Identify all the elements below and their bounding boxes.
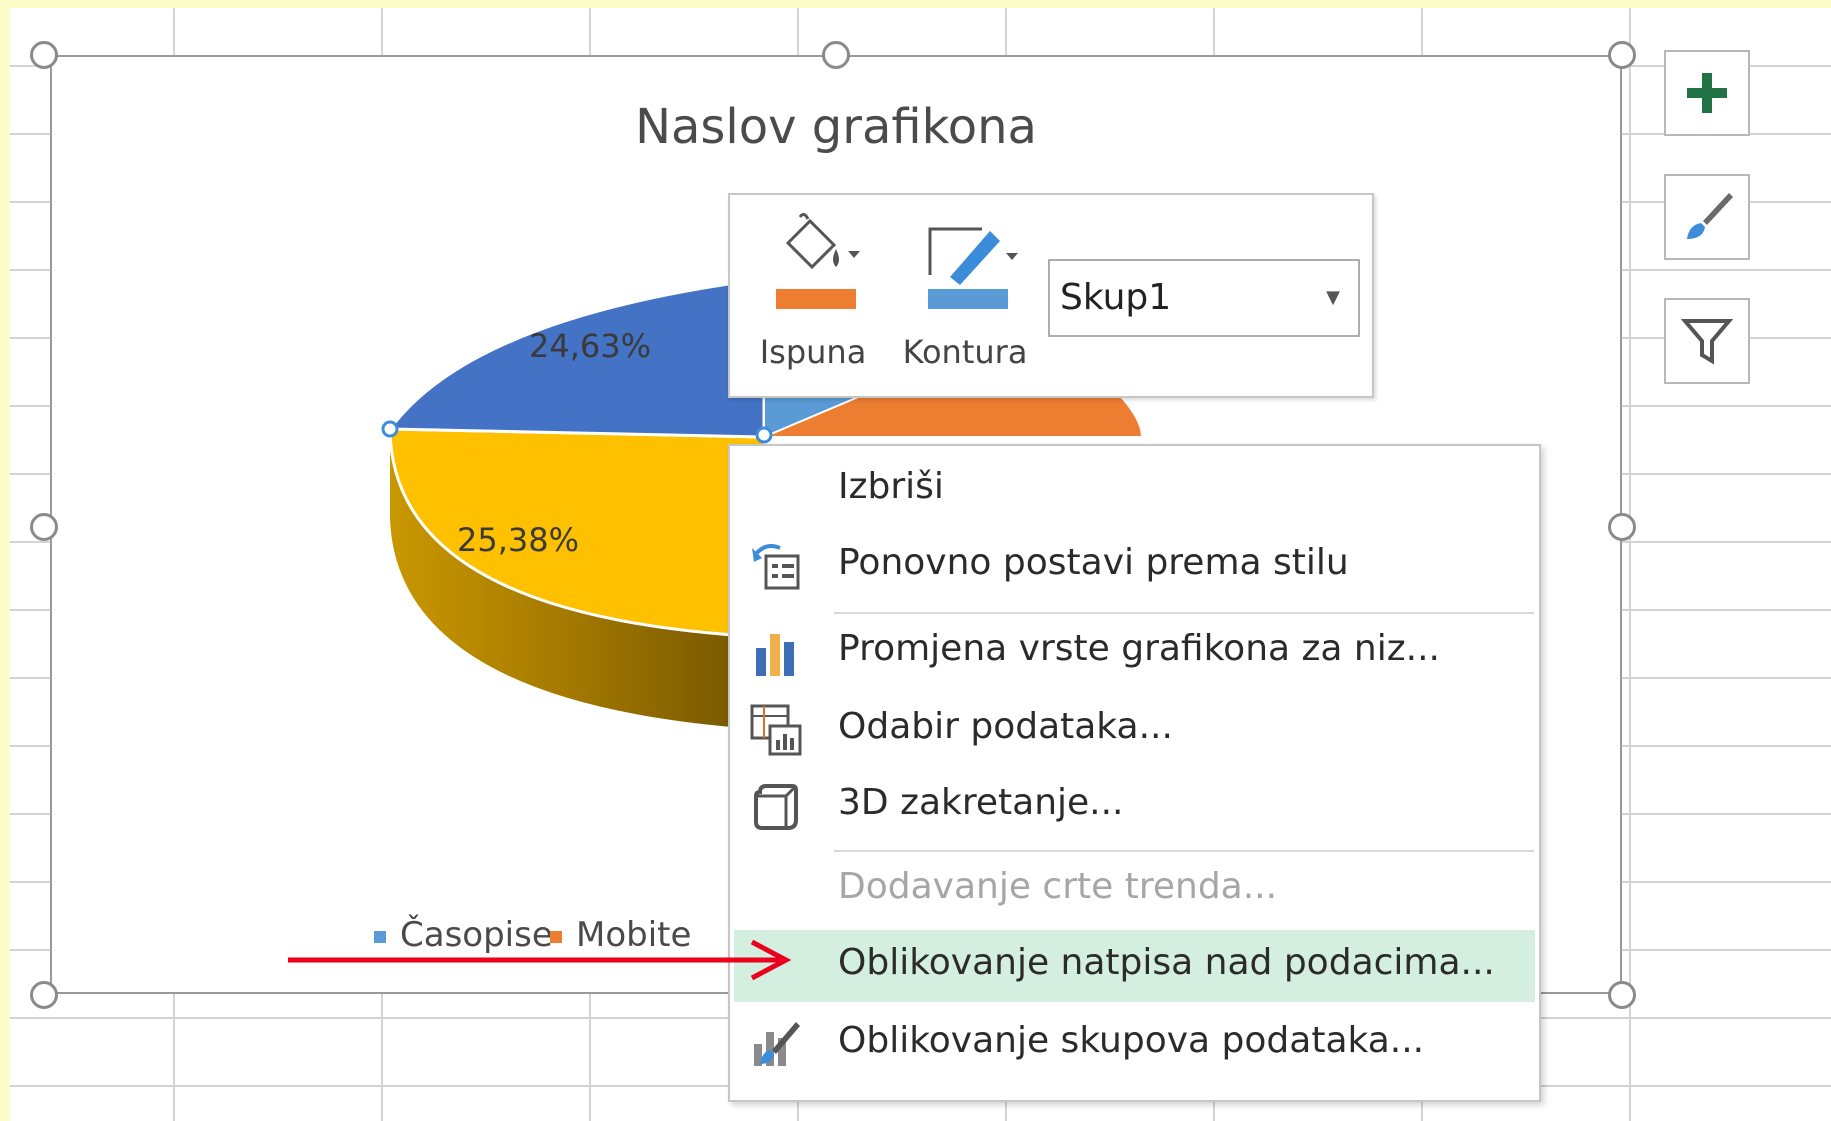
format-series-icon	[754, 1022, 800, 1066]
format-mini-toolbar: Ispuna Kontura Skup1 ▼	[728, 193, 1374, 398]
fill-bucket-icon	[776, 213, 860, 309]
menu-item-label: Izbriši	[838, 466, 944, 507]
menu-item-format-data-labels[interactable]: Oblikovanje natpisa nad podacima...	[734, 930, 1535, 1002]
series-dropdown-value: Skup1	[1060, 277, 1172, 318]
menu-separator	[834, 612, 1534, 614]
select-data-icon	[750, 704, 802, 756]
chart-elements-icon	[1687, 73, 1727, 113]
menu-item-label: 3D zakretanje...	[838, 782, 1124, 823]
chart-styles-icon	[1687, 193, 1733, 239]
legend-item-mobite[interactable]: Mobite	[550, 915, 691, 955]
menu-item-3d-rotation[interactable]: 3D zakretanje...	[734, 770, 1535, 842]
resize-handle-right[interactable]	[1608, 513, 1636, 541]
resize-handle-bottom-left[interactable]	[30, 981, 58, 1009]
reset-style-icon	[752, 544, 800, 590]
legend-label: Časopise	[400, 915, 553, 955]
bar-chart-icon	[756, 634, 794, 676]
fill-label: Ispuna	[759, 333, 867, 371]
menu-item-label: Oblikovanje natpisa nad podacima...	[838, 942, 1495, 983]
outline-pen-icon	[928, 227, 1018, 309]
menu-item-label: Promjena vrste grafikona za niz...	[838, 628, 1440, 669]
menu-item-label: Odabir podataka...	[838, 706, 1173, 747]
menu-item-format-data-series[interactable]: Oblikovanje skupova podataka...	[734, 1008, 1535, 1080]
legend-swatch	[374, 930, 386, 943]
menu-item-add-trendline: Dodavanje crte trenda...	[734, 854, 1535, 926]
context-menu: Izbriši Ponovno postavi prema stilu Prom…	[728, 444, 1541, 1102]
chart-filter-button[interactable]	[1664, 298, 1750, 384]
resize-handle-bottom-right[interactable]	[1608, 981, 1636, 1009]
resize-handle-top[interactable]	[822, 41, 850, 69]
fill-color-swatch	[776, 289, 856, 309]
data-label-yellow: 25,38%	[457, 521, 579, 559]
fill-button[interactable]: Ispuna	[748, 213, 878, 383]
resize-handle-top-right[interactable]	[1608, 41, 1636, 69]
legend-label: Mobite	[576, 915, 692, 955]
legend-swatch	[550, 930, 562, 943]
menu-item-delete[interactable]: Izbriši	[734, 454, 1535, 526]
menu-separator	[834, 850, 1534, 852]
menu-item-label: Oblikovanje skupova podataka...	[838, 1020, 1425, 1061]
chart-filter-icon	[1681, 319, 1733, 365]
menu-item-label: Dodavanje crte trenda...	[838, 866, 1278, 907]
menu-item-reset-to-style[interactable]: Ponovno postavi prema stilu	[734, 530, 1535, 602]
chevron-down-icon: ▼	[1326, 287, 1340, 308]
spreadsheet-area: Naslov grafikona 24,63% 25,38% Časopise …	[10, 8, 1831, 1121]
outline-color-swatch	[928, 289, 1008, 309]
menu-item-select-data[interactable]: Odabir podataka...	[734, 694, 1535, 766]
resize-handle-left[interactable]	[30, 513, 58, 541]
data-label-blue: 24,63%	[529, 327, 651, 365]
legend-item-casopise[interactable]: Časopise	[374, 915, 553, 955]
resize-handle-top-left[interactable]	[30, 41, 58, 69]
outline-label: Kontura	[902, 333, 1028, 371]
menu-item-label: Ponovno postavi prema stilu	[838, 542, 1349, 583]
chart-elements-button[interactable]	[1664, 50, 1750, 136]
outline-button[interactable]: Kontura	[900, 213, 1030, 383]
series-dropdown[interactable]: Skup1 ▼	[1048, 259, 1360, 337]
chart-styles-button[interactable]	[1664, 174, 1750, 260]
cube-icon	[754, 784, 798, 830]
menu-item-change-series-chart-type[interactable]: Promjena vrste grafikona za niz...	[734, 616, 1535, 688]
